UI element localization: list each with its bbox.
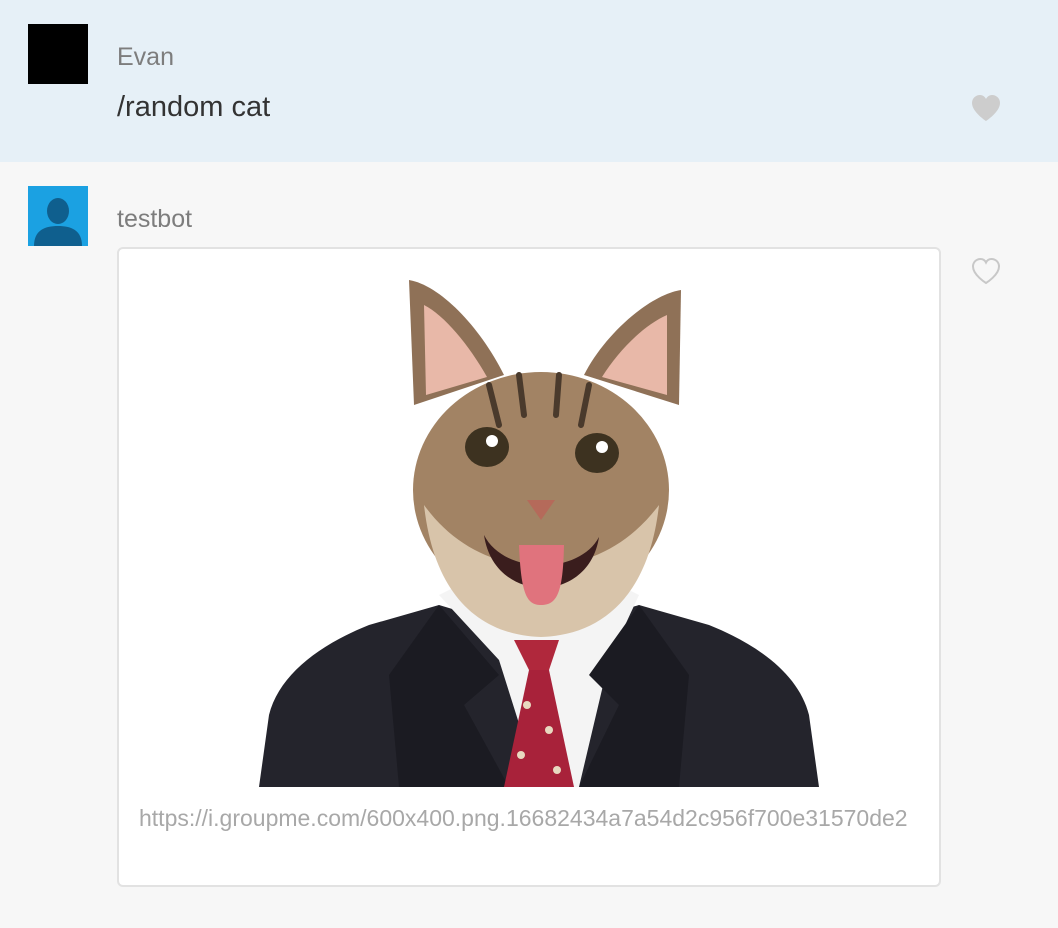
cat-in-suit-image[interactable] [259, 275, 819, 787]
message-text: /random cat [117, 91, 271, 123]
avatar-evan[interactable] [28, 24, 88, 84]
heart-outline-icon[interactable] [970, 256, 1002, 286]
image-url-link[interactable]: https://i.groupme.com/600x400.png.166824… [139, 799, 929, 837]
avatar-testbot[interactable] [28, 186, 88, 246]
sender-name[interactable]: testbot [117, 204, 192, 234]
person-icon [34, 198, 82, 246]
sender-name[interactable]: Evan [117, 42, 174, 72]
image-attachment[interactable]: https://i.groupme.com/600x400.png.166824… [117, 247, 941, 887]
message-testbot[interactable]: testbot https://i.groupme.com/600x400.pn… [0, 162, 1058, 928]
heart-filled-icon[interactable] [970, 93, 1002, 123]
message-evan[interactable]: Evan /random cat [0, 0, 1058, 162]
